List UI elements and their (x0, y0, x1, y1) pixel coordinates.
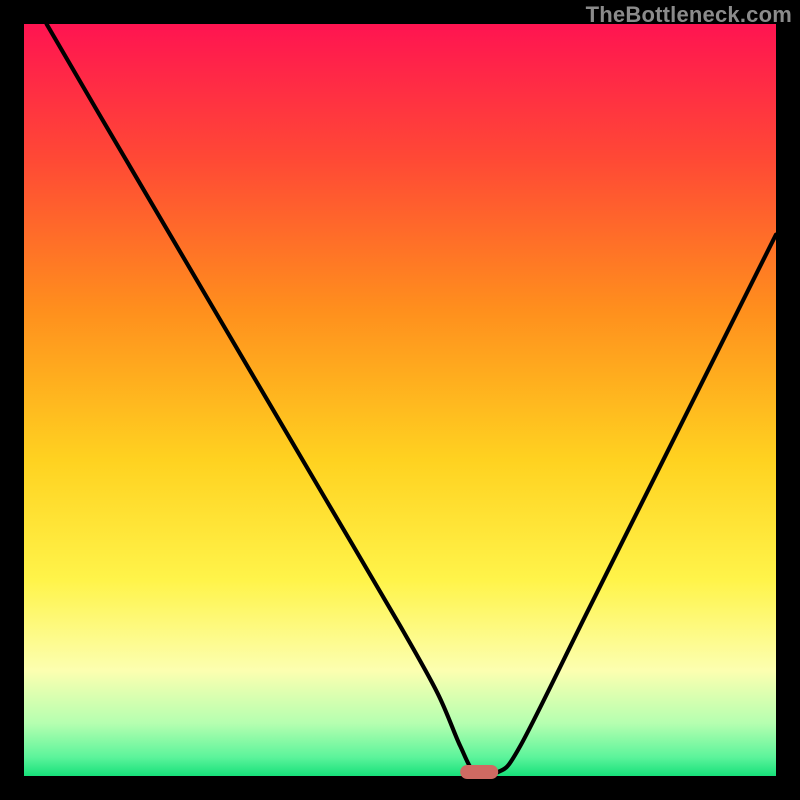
chart-frame: TheBottleneck.com (0, 0, 800, 800)
optimum-marker (460, 765, 498, 779)
bottleneck-curve (24, 24, 776, 776)
plot-area (24, 24, 776, 776)
